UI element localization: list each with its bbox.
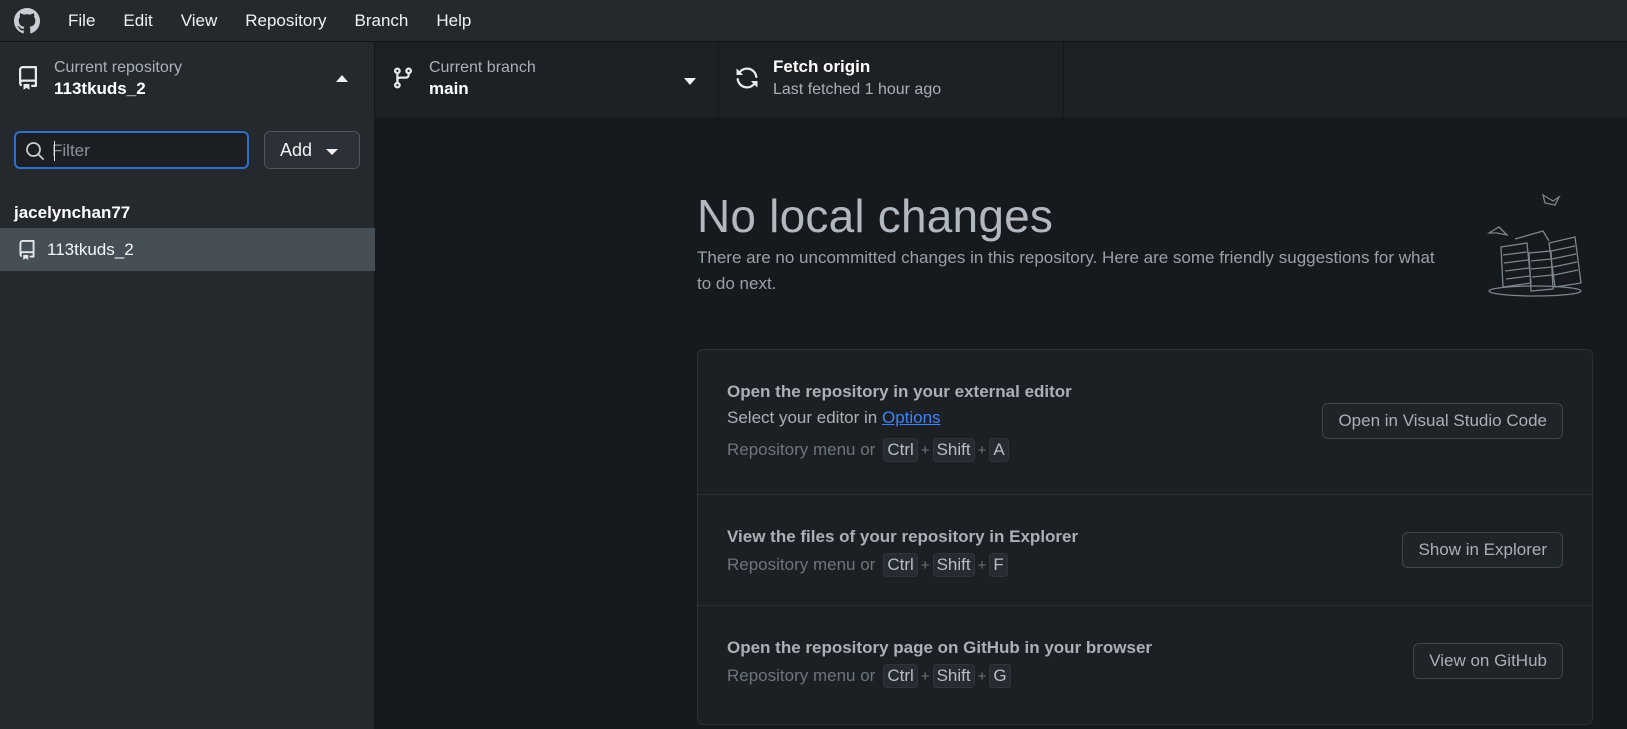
fetch-origin-button[interactable]: Fetch origin Last fetched 1 hour ago [719,42,1064,117]
repository-list-panel: Add jacelynchan77 113tkuds_2 [0,117,375,729]
current-branch-button[interactable]: Current branch main [375,42,719,117]
toolbar: Current repository 113tkuds_2 Current br… [0,42,1627,117]
keyboard-shortcut: Repository menu or Ctrl + Shift + F [727,553,1010,577]
search-icon [26,142,44,160]
key-shift: Shift [932,438,975,462]
repository-group-owner: jacelynchan77 [14,203,131,222]
suggestions-panel: Open the repository in your external edi… [697,349,1593,725]
caret-down-icon [684,78,696,85]
menu-branch[interactable]: Branch [341,0,423,42]
toolbar-spacer [1064,42,1627,117]
repository-name: 113tkuds_2 [47,239,134,259]
page-description: There are no uncommitted changes in this… [697,248,1435,293]
page-title: No local changes [697,190,1054,242]
current-repository-label: Current repository [54,59,183,76]
suggestion-subtitle: Select your editor in Options [727,408,941,428]
text-cursor [54,141,55,161]
shortcut-prefix: Repository menu or [727,440,876,459]
sync-icon [736,67,758,89]
key-a: A [989,438,1009,462]
fetch-origin-title: Fetch origin [773,57,871,76]
menu-file[interactable]: File [54,0,109,42]
repository-list-item[interactable]: 113tkuds_2 [0,228,375,271]
git-branch-icon [393,67,412,89]
current-branch-label: Current branch [429,59,536,76]
no-changes-view: No local changes There are no uncommitte… [375,117,1627,729]
keyboard-shortcut: Repository menu or Ctrl + Shift + A [727,438,1011,462]
open-in-vscode-button[interactable]: Open in Visual Studio Code [1322,403,1563,439]
add-repository-button[interactable]: Add [264,131,360,169]
suggestion-view-github: Open the repository page on GitHub in yo… [698,606,1592,724]
key-shift: Shift [932,664,975,688]
current-branch-name: main [429,79,469,98]
subtitle-text: Select your editor in [727,408,882,427]
github-mark-icon [14,7,40,34]
current-repository-button[interactable]: Current repository 113tkuds_2 [0,42,375,117]
caret-up-icon [336,75,348,82]
keyboard-shortcut: Repository menu or Ctrl + Shift + G [727,664,1013,688]
menu-help[interactable]: Help [422,0,485,42]
suggestion-show-explorer: View the files of your repository in Exp… [698,495,1592,606]
key-ctrl: Ctrl [883,553,918,577]
key-ctrl: Ctrl [883,664,918,688]
shortcut-prefix: Repository menu or [727,666,876,685]
show-in-explorer-button[interactable]: Show in Explorer [1402,532,1563,568]
chevron-down-icon [326,149,339,155]
menu-repository[interactable]: Repository [231,0,340,42]
key-g: G [989,664,1011,688]
repo-icon [19,239,35,260]
menu-bar: File Edit View Repository Branch Help [0,0,1627,42]
last-fetched-text: Last fetched 1 hour ago [773,81,942,98]
add-button-label: Add [280,139,313,160]
suggestion-title: View the files of your repository in Exp… [727,527,1079,546]
repo-icon [18,66,37,90]
paper-stack-illustration [1486,193,1582,297]
menu-view[interactable]: View [167,0,232,42]
suggestion-title: Open the repository in your external edi… [727,382,1072,401]
menu-edit[interactable]: Edit [109,0,166,42]
filter-box[interactable] [14,131,249,169]
suggestion-title: Open the repository page on GitHub in yo… [727,638,1153,657]
options-link[interactable]: Options [882,408,941,427]
filter-input[interactable] [52,138,242,164]
suggestion-open-editor: Open the repository in your external edi… [698,350,1592,495]
key-ctrl: Ctrl [883,438,918,462]
current-repository-name: 113tkuds_2 [54,79,146,98]
view-on-github-button[interactable]: View on GitHub [1413,643,1563,679]
key-f: F [989,553,1008,577]
shortcut-prefix: Repository menu or [727,555,876,574]
key-shift: Shift [932,553,975,577]
